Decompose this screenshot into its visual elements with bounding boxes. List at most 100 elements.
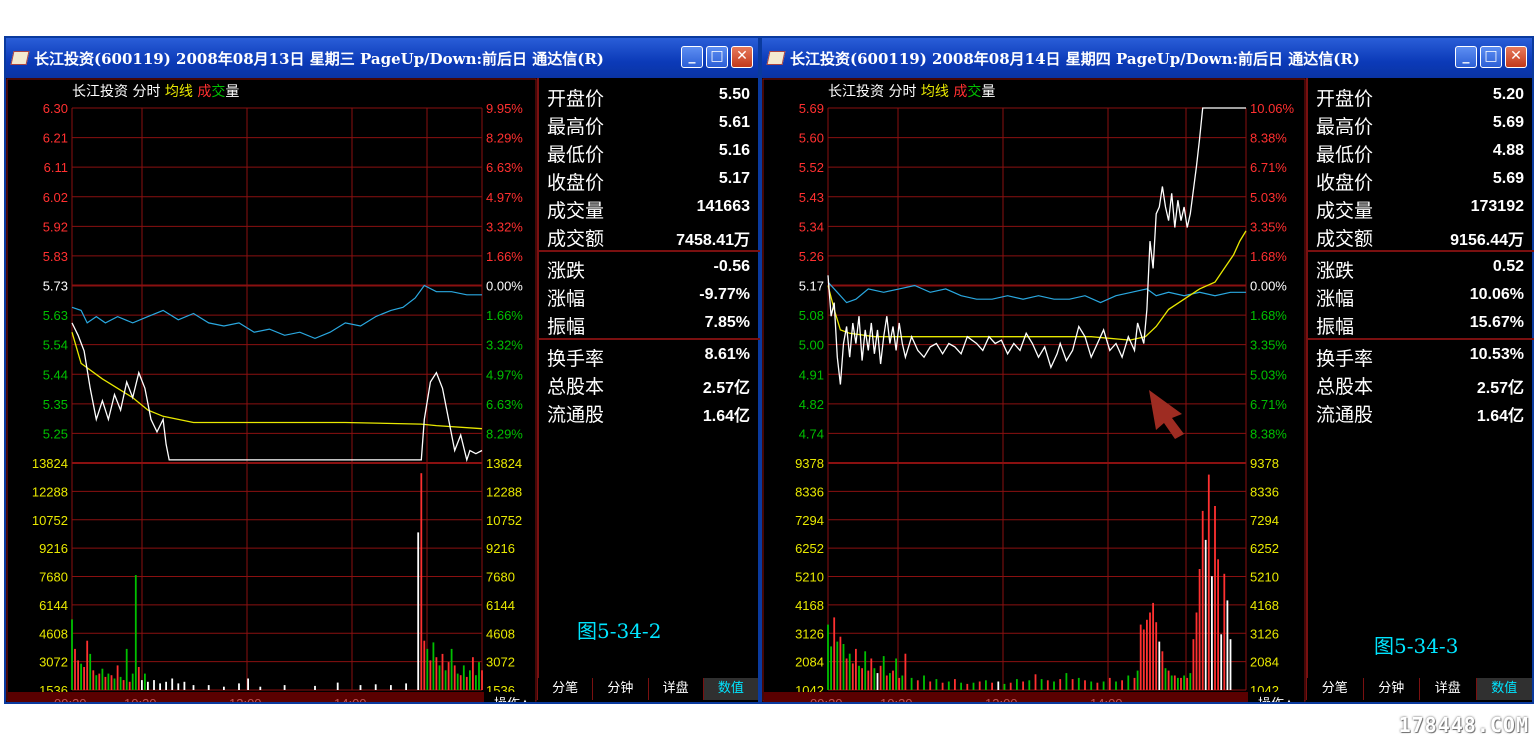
tab-values[interactable]: 数值 xyxy=(702,678,758,700)
volume-bar xyxy=(283,685,286,690)
volume-bar xyxy=(923,675,925,690)
volume-bar xyxy=(423,640,426,690)
volume-bar xyxy=(238,683,240,690)
volume-bar xyxy=(873,668,876,690)
volume-bar xyxy=(845,658,848,690)
volume-bar xyxy=(929,681,932,690)
tab-minutes[interactable]: 分钟 xyxy=(1362,678,1419,700)
chart-window-right: 长江投资(600119) 2008年08月14日 星期四 PageUp/Down… xyxy=(760,36,1534,704)
volume-bar xyxy=(895,658,897,690)
volume-bar xyxy=(141,680,143,690)
volume-bar xyxy=(1149,612,1151,690)
maximize-button[interactable]: □ xyxy=(1480,46,1502,68)
stat-row: 涨幅 10.06% xyxy=(1308,282,1534,310)
volume-bar xyxy=(901,675,904,690)
price-tick-label: 5.54 xyxy=(43,338,68,353)
quote-panel: 开盘价 5.20 最高价 5.69 最低价 4.88 收盘价 5.69 成交量 173192 成交额… xyxy=(1306,78,1534,680)
volume-bar xyxy=(336,682,339,690)
volume-tick-label: 13824 xyxy=(32,456,68,471)
volume-bar xyxy=(892,670,894,690)
volume-bar xyxy=(1192,639,1195,690)
volume-bar xyxy=(1164,668,1167,690)
tab-details[interactable]: 详盘 xyxy=(647,678,703,700)
stat-row: 最高价 5.61 xyxy=(539,110,760,138)
stat-label: 成交量 xyxy=(1316,200,1374,222)
volume-tick-label: 4168 xyxy=(1250,598,1279,613)
stat-value: 5.20 xyxy=(1492,86,1524,103)
operate-button-label[interactable]: 操作▲ xyxy=(494,696,530,702)
volume-bar xyxy=(1198,569,1201,690)
cursor-arrow-icon xyxy=(1149,390,1184,439)
price-line xyxy=(71,322,483,463)
stat-row: 收盘价 5.69 xyxy=(1308,166,1534,194)
volume-bar xyxy=(882,656,885,690)
volume-bar xyxy=(159,683,161,690)
stat-label: 最低价 xyxy=(547,144,605,166)
volume-bar xyxy=(478,662,480,690)
volume-bar xyxy=(879,665,882,690)
volume-bar xyxy=(941,682,944,690)
volume-tick-label: 6252 xyxy=(1250,541,1279,556)
volume-tick-label: 9216 xyxy=(39,541,68,556)
stat-value: 2.57亿 xyxy=(702,380,750,397)
volume-bar xyxy=(147,681,149,690)
stat-label: 涨跌 xyxy=(1316,260,1355,282)
window-title: 长江投资(600119) 2008年08月14日 星期四 PageUp/Down… xyxy=(790,49,1360,68)
volume-bar xyxy=(405,683,407,690)
stat-row: 开盘价 5.20 xyxy=(1308,82,1534,110)
stat-row: 换手率 8.61% xyxy=(539,342,760,370)
volume-bar xyxy=(83,667,85,690)
price-tick-label: 4.91 xyxy=(799,367,824,382)
volume-bar xyxy=(247,678,249,690)
stat-row: 成交量 141663 xyxy=(539,194,760,222)
price-tick-label: 5.35 xyxy=(43,397,68,412)
tab-values[interactable]: 数值 xyxy=(1475,678,1532,700)
volume-bar xyxy=(1155,622,1158,690)
stat-value: 5.61 xyxy=(718,114,750,131)
average-price-line xyxy=(71,332,483,430)
close-button[interactable]: ✕ xyxy=(731,46,753,68)
stat-value: 5.50 xyxy=(718,86,750,103)
volume-bar xyxy=(898,677,901,690)
price-tick-label: 5.00 xyxy=(799,338,824,353)
volume-bar xyxy=(1016,679,1018,690)
minimize-button[interactable]: _ xyxy=(681,46,703,68)
tab-ticks[interactable]: 分笔 xyxy=(537,678,593,700)
stat-label: 涨幅 xyxy=(1316,288,1355,310)
volume-bar xyxy=(1115,681,1117,690)
stat-label: 开盘价 xyxy=(1316,88,1374,110)
volume-bar xyxy=(77,660,79,690)
close-button[interactable]: ✕ xyxy=(1505,46,1527,68)
tab-minutes[interactable]: 分钟 xyxy=(592,678,648,700)
volume-bar xyxy=(465,676,468,690)
volume-bar xyxy=(1102,681,1105,690)
volume-bar xyxy=(1142,629,1145,690)
volume-bar xyxy=(1186,677,1189,690)
intraday-chart: 5.69 5.60 5.52 5.43 5.34 5.26 5.17 5.08 5.00 4.91… xyxy=(762,78,1306,702)
volume-tick-label: 3072 xyxy=(486,655,515,670)
stat-label: 总股本 xyxy=(1316,376,1374,398)
volume-bar xyxy=(101,668,104,690)
maximize-button[interactable]: □ xyxy=(706,46,728,68)
tab-details[interactable]: 详盘 xyxy=(1419,678,1476,700)
minimize-button[interactable]: _ xyxy=(1455,46,1477,68)
tab-ticks[interactable]: 分笔 xyxy=(1306,678,1363,700)
volume-bar xyxy=(95,675,98,690)
volume-bar xyxy=(122,680,125,690)
volume-tick-label: 2084 xyxy=(1250,655,1279,670)
volume-bar xyxy=(459,675,462,690)
percent-tick-label: 0.00% xyxy=(1250,279,1287,294)
volume-bar xyxy=(429,660,432,690)
time-tick-label: 13:00 xyxy=(229,696,262,702)
volume-tick-label: 6144 xyxy=(486,598,515,613)
operate-button-label[interactable]: 操作▲ xyxy=(1258,696,1294,702)
percent-tick-label: 1.66% xyxy=(486,249,523,264)
stat-row: 涨幅 -9.77% xyxy=(539,282,760,310)
stat-row: 成交额 7458.41万 xyxy=(539,222,760,250)
volume-tick-label: 2084 xyxy=(795,655,824,670)
volume-bar xyxy=(864,651,867,690)
volume-bar xyxy=(1167,670,1170,690)
volume-bar xyxy=(858,665,860,690)
volume-bar xyxy=(183,681,186,690)
stat-label: 涨幅 xyxy=(547,288,586,310)
